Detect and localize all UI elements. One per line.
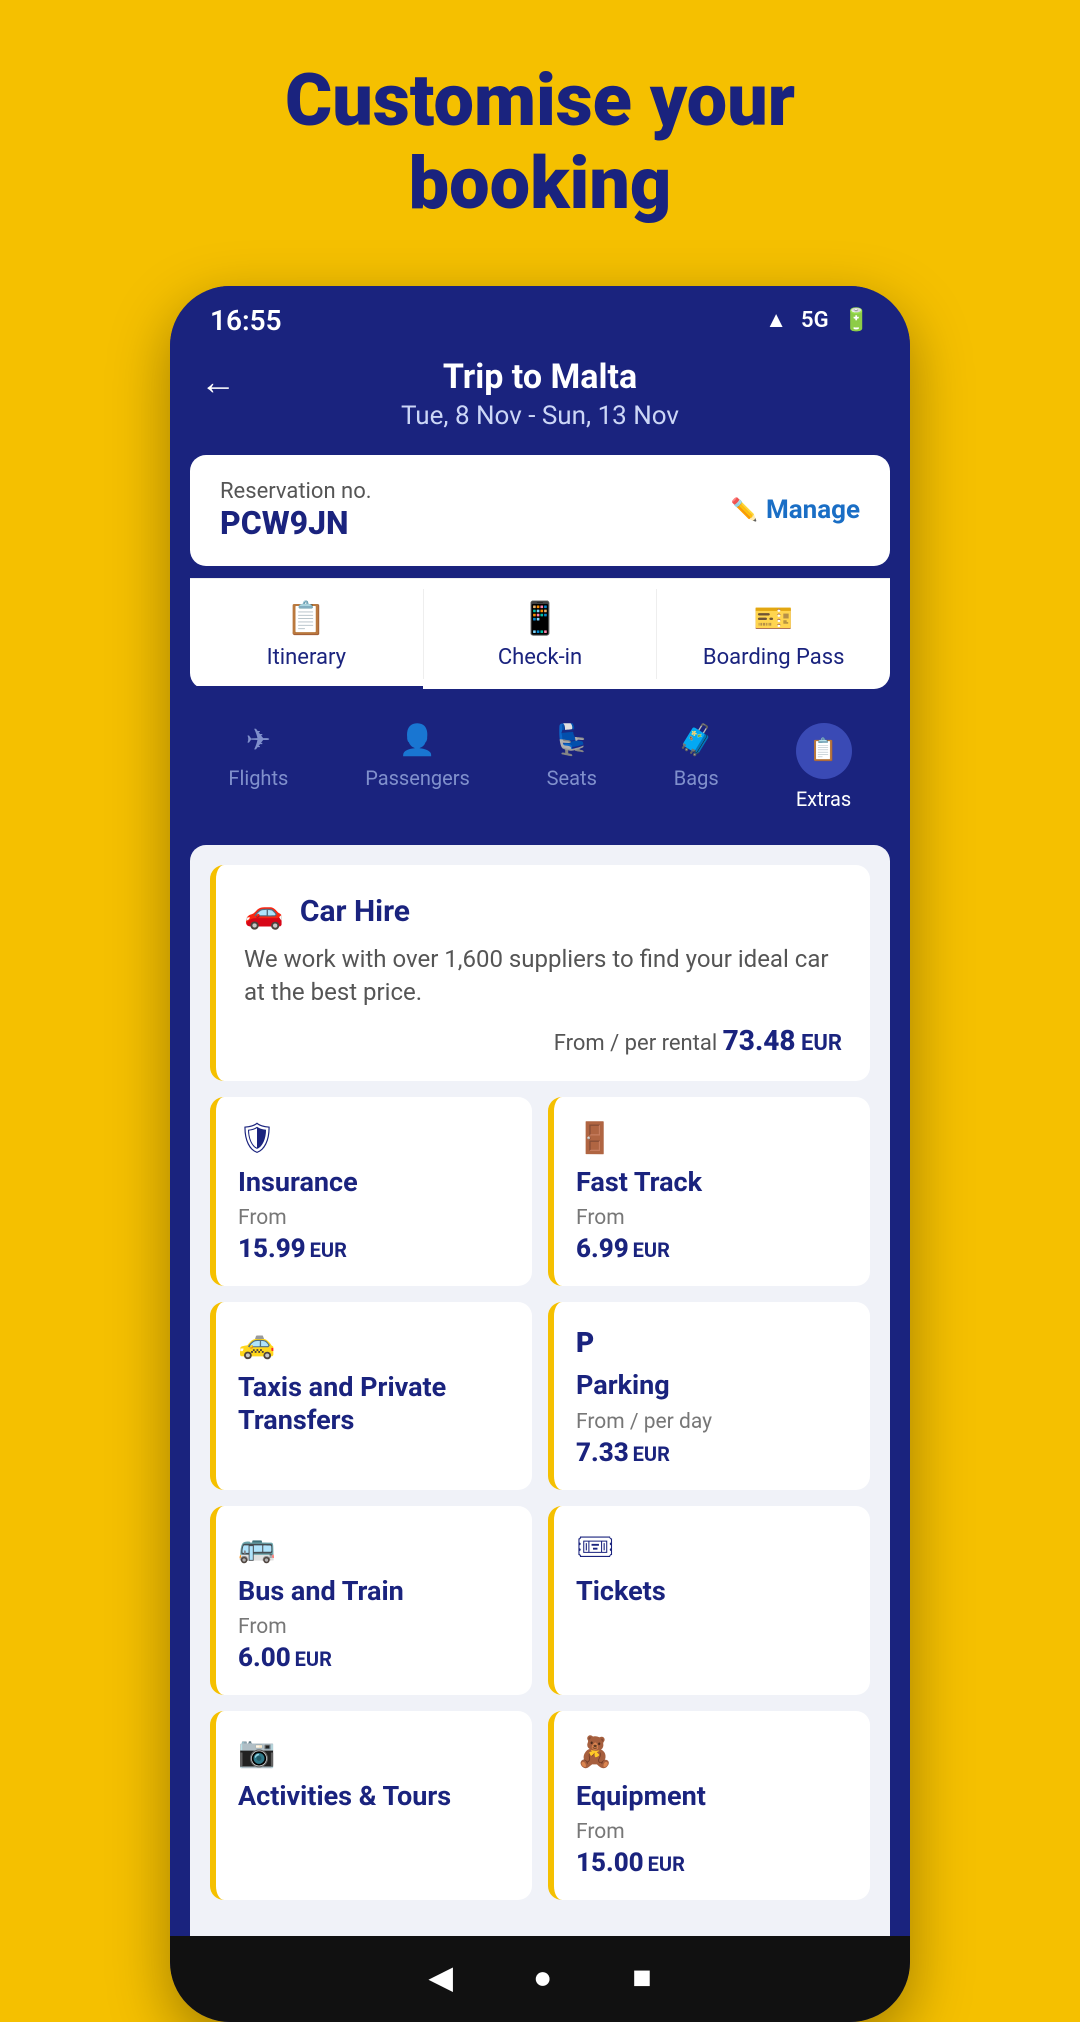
tab-boarding[interactable]: 🎫 Boarding Pass xyxy=(657,579,890,689)
car-hire-price-prefix: From / per rental xyxy=(554,1031,717,1056)
car-hire-price-row: From / per rental 73.48 EUR xyxy=(244,1024,842,1057)
back-button[interactable]: ← xyxy=(200,361,236,403)
fast-track-title: Fast Track xyxy=(576,1166,848,1198)
fast-track-from: From xyxy=(576,1206,848,1230)
tabs-row: 📋 Itinerary 📱 Check-in 🎫 Boarding Pass xyxy=(190,578,890,689)
app-header: ← Trip to Malta Tue, 8 Nov - Sun, 13 Nov xyxy=(170,347,910,455)
tab-itinerary-label: Itinerary xyxy=(267,645,346,670)
extras-grid-row1: 🛡 Insurance From 15.99 EUR 🚪 Fast Track … xyxy=(210,1097,870,1286)
insurance-card[interactable]: 🛡 Insurance From 15.99 EUR xyxy=(210,1097,532,1286)
equipment-icon: 🧸 xyxy=(576,1735,848,1770)
insurance-from: From xyxy=(238,1206,510,1230)
parking-from: From / per day xyxy=(576,1410,848,1434)
extras-grid-row3: 🚌 Bus and Train From 6.00 EUR 🎟 Tickets xyxy=(210,1506,870,1695)
car-hire-icon: 🚗 xyxy=(244,893,284,931)
extras-icon: 📋 xyxy=(796,723,852,779)
status-bar: 16:55 ▲ 5G 🔋 xyxy=(170,286,910,347)
trip-dates: Tue, 8 Nov - Sun, 13 Nov xyxy=(230,401,850,431)
equipment-title: Equipment xyxy=(576,1780,848,1812)
manage-button[interactable]: ✏️ Manage xyxy=(731,495,860,525)
bus-train-title: Bus and Train xyxy=(238,1575,510,1607)
parking-price: 7.33 EUR xyxy=(576,1438,848,1468)
fast-track-price: 6.99 EUR xyxy=(576,1234,848,1264)
back-system-button[interactable]: ◀ xyxy=(428,1958,453,1996)
nav-bags[interactable]: 🧳 Bags xyxy=(674,723,719,811)
checkin-icon: 📱 xyxy=(520,599,560,637)
car-hire-price: 73.48 EUR xyxy=(723,1031,842,1056)
tab-checkin-label: Check-in xyxy=(498,645,582,670)
taxis-card[interactable]: 🚕 Taxis and Private Transfers xyxy=(210,1302,532,1489)
fast-track-card[interactable]: 🚪 Fast Track From 6.99 EUR xyxy=(548,1097,870,1286)
equipment-from: From xyxy=(576,1820,848,1844)
extras-grid-row2: 🚕 Taxis and Private Transfers P Parking … xyxy=(210,1302,870,1489)
tickets-title: Tickets xyxy=(576,1575,848,1607)
car-hire-title: Car Hire xyxy=(300,894,410,929)
bus-train-price: 6.00 EUR xyxy=(238,1643,510,1673)
activities-card[interactable]: 📷 Activities & Tours xyxy=(210,1711,532,1900)
bus-train-card[interactable]: 🚌 Bus and Train From 6.00 EUR xyxy=(210,1506,532,1695)
tab-itinerary[interactable]: 📋 Itinerary xyxy=(190,579,423,689)
tickets-card[interactable]: 🎟 Tickets xyxy=(548,1506,870,1695)
passengers-label: Passengers xyxy=(365,766,470,790)
itinerary-icon: 📋 xyxy=(286,599,326,637)
recents-button[interactable]: ■ xyxy=(632,1958,651,1996)
bags-icon: 🧳 xyxy=(678,723,715,758)
flights-label: Flights xyxy=(228,766,288,790)
home-button[interactable]: ● xyxy=(533,1958,552,1996)
parking-card[interactable]: P Parking From / per day 7.33 EUR xyxy=(548,1302,870,1489)
taxis-icon: 🚕 xyxy=(238,1326,510,1361)
home-bar: ◀ ● ■ xyxy=(170,1936,910,2022)
extras-label: Extras xyxy=(796,787,851,811)
car-hire-card[interactable]: 🚗 Car Hire We work with over 1,600 suppl… xyxy=(210,865,870,1081)
insurance-title: Insurance xyxy=(238,1166,510,1198)
activities-title: Activities & Tours xyxy=(238,1780,510,1812)
parking-icon: P xyxy=(576,1326,848,1359)
nav-seats[interactable]: 💺 Seats xyxy=(547,723,597,811)
extras-content: 🚗 Car Hire We work with over 1,600 suppl… xyxy=(190,845,890,1937)
taxis-title: Taxis and Private Transfers xyxy=(238,1371,510,1436)
clock: 16:55 xyxy=(210,304,282,337)
extras-grid-row4: 📷 Activities & Tours 🧸 Equipment From 15… xyxy=(210,1711,870,1900)
seats-label: Seats xyxy=(547,766,597,790)
reservation-number: PCW9JN xyxy=(220,504,372,542)
battery-icon: 🔋 xyxy=(843,308,870,333)
equipment-card[interactable]: 🧸 Equipment From 15.00 EUR xyxy=(548,1711,870,1900)
seats-icon: 💺 xyxy=(553,723,590,758)
reservation-card: Reservation no. PCW9JN ✏️ Manage xyxy=(190,455,890,566)
parking-title: Parking xyxy=(576,1369,848,1401)
activities-icon: 📷 xyxy=(238,1735,510,1770)
page-headline: Customise your booking xyxy=(205,60,875,226)
bags-label: Bags xyxy=(674,766,719,790)
tab-boarding-label: Boarding Pass xyxy=(703,645,845,670)
bus-train-from: From xyxy=(238,1615,510,1639)
nav-extras[interactable]: 📋 Extras xyxy=(796,723,852,811)
fast-track-icon: 🚪 xyxy=(576,1121,848,1156)
insurance-icon: 🛡 xyxy=(238,1121,510,1156)
trip-title: Trip to Malta xyxy=(230,357,850,397)
phone-frame: 16:55 ▲ 5G 🔋 ← Trip to Malta Tue, 8 Nov … xyxy=(170,286,910,2022)
bus-train-icon: 🚌 xyxy=(238,1530,510,1565)
boarding-icon: 🎫 xyxy=(754,599,794,637)
nav-passengers[interactable]: 👤 Passengers xyxy=(365,723,470,811)
tickets-icon: 🎟 xyxy=(576,1530,848,1565)
status-icons: ▲ 5G 🔋 xyxy=(765,307,870,333)
car-hire-description: We work with over 1,600 suppliers to fin… xyxy=(244,943,842,1010)
passengers-icon: 👤 xyxy=(399,723,436,758)
insurance-price: 15.99 EUR xyxy=(238,1234,510,1264)
nav-flights[interactable]: ✈ Flights xyxy=(228,723,288,811)
flights-icon: ✈ xyxy=(246,723,271,758)
reservation-label: Reservation no. xyxy=(220,479,372,504)
tab-checkin[interactable]: 📱 Check-in xyxy=(424,579,657,689)
pencil-icon: ✏️ xyxy=(731,498,758,523)
equipment-price: 15.00 EUR xyxy=(576,1848,848,1878)
signal-icon: 5G xyxy=(801,308,829,333)
wifi-icon: ▲ xyxy=(765,307,787,333)
bottom-nav: ✈ Flights 👤 Passengers 💺 Seats 🧳 Bags 📋 … xyxy=(170,701,910,825)
